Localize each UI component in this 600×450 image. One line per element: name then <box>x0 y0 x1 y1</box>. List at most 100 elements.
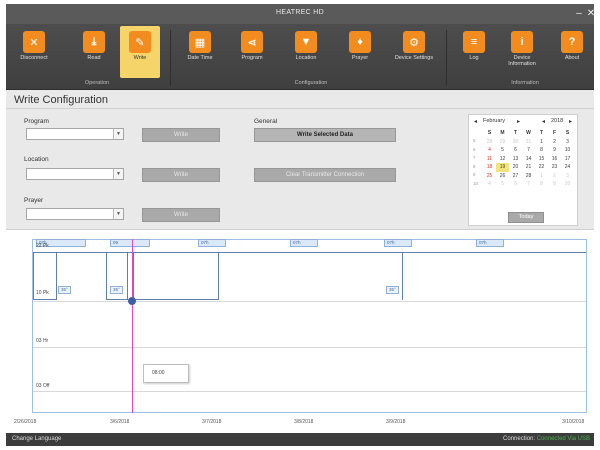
title-bar: HEATREC HD – ✕ <box>6 4 595 24</box>
group-label-information: Information <box>511 80 539 86</box>
calendar-day[interactable]: 17 <box>561 155 574 164</box>
calendar-day[interactable]: 28 <box>483 138 496 147</box>
calendar-day[interactable]: 11 <box>483 155 496 164</box>
calendar-day[interactable]: 10 <box>561 146 574 155</box>
calendar-day[interactable]: 28 <box>522 172 535 181</box>
device-settings-button[interactable]: ⚙ Device Settings <box>394 26 434 78</box>
temperature-chip: 35° <box>58 286 71 294</box>
group-label-operation: Operation <box>84 80 110 86</box>
calendar-day[interactable]: 6 <box>509 180 522 189</box>
calendar-day[interactable]: 18 <box>483 163 496 172</box>
calendar-day[interactable]: 9 <box>548 146 561 155</box>
timeline-bar[interactable]: 07h <box>198 239 226 247</box>
calendar-weekday: W <box>526 130 531 136</box>
calendar-day[interactable]: 16 <box>548 155 561 164</box>
program-label: Program <box>24 118 49 125</box>
calendar-day[interactable]: 31 <box>522 138 535 147</box>
cursor-handle[interactable] <box>128 297 136 305</box>
timeline-bar[interactable]: 09 <box>110 239 150 247</box>
calendar-day[interactable]: 9 <box>548 180 561 189</box>
calendar-day[interactable]: 14 <box>522 155 535 164</box>
write-selected-data-button[interactable]: Write Selected Data <box>254 128 396 142</box>
calendar-day[interactable]: 3 <box>561 138 574 147</box>
write-program-button[interactable]: Write <box>142 128 220 142</box>
calendar-day[interactable]: 1 <box>535 172 548 181</box>
next-year-icon[interactable]: ▸ <box>569 118 572 125</box>
temperature-chip: 35° <box>110 286 123 294</box>
schedule-line <box>402 252 403 300</box>
timeline-bar[interactable]: 07h <box>384 239 412 247</box>
calendar-day[interactable]: 4 <box>483 180 496 189</box>
calendar-day[interactable]: 6 <box>509 146 522 155</box>
prev-month-icon[interactable]: ◂ <box>474 118 477 125</box>
calendar-day[interactable]: 12 <box>496 155 509 164</box>
group-label-configuration: Configuration <box>294 80 328 86</box>
schedule-block[interactable] <box>33 252 57 300</box>
calendar-day[interactable]: 30 <box>509 138 522 147</box>
next-month-icon[interactable]: ▸ <box>517 118 520 125</box>
timeline-gridline <box>33 347 586 348</box>
calendar-day[interactable]: 23 <box>548 163 561 172</box>
time-cursor[interactable] <box>132 239 133 413</box>
clear-transmitter-button[interactable]: Clear Transmitter Connection <box>254 168 396 182</box>
prayer-select[interactable]: ▼ <box>26 208 124 220</box>
change-language-link[interactable]: Change Language <box>12 436 61 442</box>
calendar-day[interactable]: 8 <box>535 146 548 155</box>
timeline-row-label: 22 Pk <box>36 243 49 249</box>
calendar-day[interactable]: 7 <box>522 180 535 189</box>
about-button[interactable]: ? About <box>552 26 592 78</box>
calendar-day[interactable]: 21 <box>522 163 535 172</box>
calendar-icon: ▦ <box>189 31 211 53</box>
calendar-day[interactable]: 29 <box>496 138 509 147</box>
write-prayer-button[interactable]: Write <box>142 208 220 222</box>
calendar-day[interactable]: 10 <box>561 180 574 189</box>
calendar-day[interactable]: 3 <box>561 172 574 181</box>
share-icon: ⋖ <box>241 31 263 53</box>
calendar-day[interactable]: 2 <box>548 172 561 181</box>
program-button[interactable]: ⋖ Program <box>232 26 272 78</box>
x-icon: ✕ <box>23 31 45 53</box>
calendar-day[interactable]: 26 <box>496 172 509 181</box>
calendar-day[interactable]: 20 <box>509 163 522 172</box>
time-tooltip: 08:00 <box>143 364 189 383</box>
calendar-day[interactable]: 24 <box>561 163 574 172</box>
calendar-day[interactable]: 4 <box>483 146 496 155</box>
calendar-month[interactable]: February <box>483 118 505 124</box>
write-button[interactable]: ✎ Write <box>120 26 160 78</box>
disconnect-button[interactable]: ✕ Disconnect <box>14 26 54 78</box>
calendar-year[interactable]: 2018 <box>551 118 563 124</box>
calendar-day[interactable]: 8 <box>535 180 548 189</box>
axis-label: 3/10/2018 <box>562 419 585 425</box>
calendar-grid: S M T W T F S 28 29 30 31 1 2 3 4 5 6 7 8 9 10 11 12 13 14 15 16 17… <box>483 129 575 189</box>
log-button[interactable]: ≡ Log <box>454 26 494 78</box>
gear-icon: ⚙ <box>403 31 425 53</box>
calendar-day[interactable]: 19 <box>496 163 509 172</box>
prayer-label: Prayer <box>24 197 44 204</box>
calendar-day[interactable]: 15 <box>535 155 548 164</box>
close-window-button[interactable]: ✕ <box>584 7 598 21</box>
calendar-day[interactable]: 5 <box>496 146 509 155</box>
log-icon: ≡ <box>463 31 485 53</box>
date-time-button[interactable]: ▦ Date Time <box>180 26 220 78</box>
prayer-button[interactable]: ♦ Prayer <box>340 26 380 78</box>
schedule-block[interactable] <box>133 252 219 300</box>
calendar-day[interactable]: 1 <box>535 138 548 147</box>
calendar-day[interactable]: 13 <box>509 155 522 164</box>
calendar-day[interactable]: 2 <box>548 138 561 147</box>
prev-year-icon[interactable]: ◂ <box>542 118 545 125</box>
today-button[interactable]: Today <box>508 212 544 223</box>
calendar-day[interactable]: 27 <box>509 172 522 181</box>
timeline-bar[interactable]: 07h <box>290 239 318 247</box>
calendar-day[interactable]: 22 <box>535 163 548 172</box>
read-button[interactable]: ⤓ Read <box>74 26 114 78</box>
device-information-button[interactable]: i Device Information <box>502 26 542 78</box>
calendar-day[interactable]: 25 <box>483 172 496 181</box>
location-button[interactable]: ▼ Location <box>286 26 326 78</box>
location-select[interactable]: ▼ <box>26 168 124 180</box>
write-location-button[interactable]: Write <box>142 168 220 182</box>
program-select[interactable]: ▼ <box>26 128 124 140</box>
calendar-day[interactable]: 7 <box>522 146 535 155</box>
chevron-down-icon: ▼ <box>113 209 123 219</box>
calendar-day[interactable]: 5 <box>496 180 509 189</box>
timeline-bar[interactable]: 07h <box>476 239 504 247</box>
